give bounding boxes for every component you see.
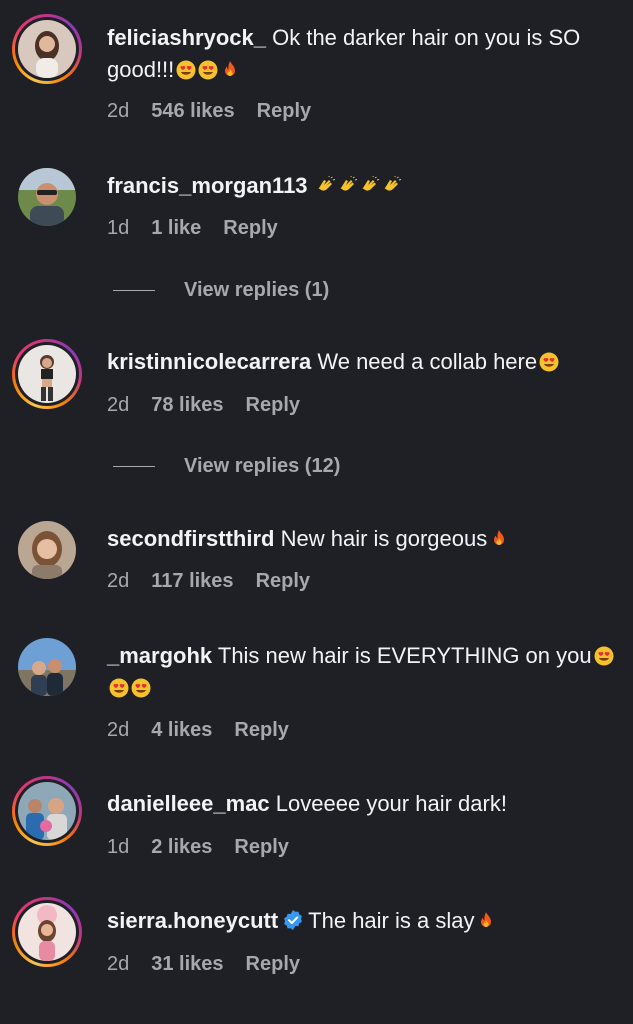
comment-time: 2d — [107, 394, 130, 416]
comment-meta: 2d 117 likes Reply — [107, 570, 310, 593]
comment-text: New hair is gorgeous — [280, 526, 488, 551]
view-replies-button[interactable]: View replies (12) — [113, 455, 340, 478]
reply-button[interactable]: Reply — [246, 953, 300, 976]
view-replies-label: View replies (12) — [184, 455, 341, 477]
comment-username[interactable]: francis_morgan113 — [107, 173, 308, 198]
comment-likes[interactable]: 546 likes — [151, 100, 234, 123]
comment-body: secondfirstthird New hair is gorgeous — [107, 523, 619, 555]
avatar-story-ring[interactable] — [12, 14, 82, 84]
comment-username[interactable]: danielleee_mac — [107, 791, 270, 816]
reply-button[interactable]: Reply — [246, 394, 300, 417]
clapping-hands-emoji-icon — [316, 176, 336, 196]
avatar-story-ring[interactable] — [12, 339, 82, 409]
heart-eyes-emoji-icon — [594, 646, 614, 666]
avatar-story-ring[interactable] — [12, 776, 82, 846]
avatar — [18, 521, 76, 579]
view-replies-button[interactable]: View replies (1) — [113, 279, 329, 302]
verified-badge-icon — [282, 909, 304, 931]
comment-text: Loveeee your hair dark! — [275, 791, 507, 816]
comment-time: 2d — [107, 570, 130, 592]
reply-button[interactable]: Reply — [234, 836, 288, 859]
comment-time: 2d — [107, 100, 130, 122]
avatar-wrapper[interactable] — [12, 162, 82, 232]
comment-time: 2d — [107, 953, 130, 975]
comment-username[interactable]: kristinnicolecarrera — [107, 349, 311, 374]
comment-text: The hair is a slay — [308, 908, 475, 933]
reply-button[interactable]: Reply — [223, 217, 277, 240]
comment-meta: 2d 31 likes Reply — [107, 953, 300, 976]
comment-username[interactable]: secondfirstthird — [107, 526, 274, 551]
comments-feed: feliciashryock_ Ok the darker hair on yo… — [0, 0, 633, 1024]
heart-eyes-emoji-icon — [109, 678, 129, 698]
comment-likes[interactable]: 31 likes — [151, 953, 223, 976]
clapping-hands-emoji-icon — [360, 176, 380, 196]
heart-eyes-emoji-icon — [131, 678, 151, 698]
comment-meta: 1d 2 likes Reply — [107, 836, 289, 859]
comment-meta: 2d 546 likes Reply — [107, 100, 311, 123]
clapping-hands-emoji-icon — [382, 176, 402, 196]
comment-body: sierra.honeycutt The hair is a slay — [107, 905, 619, 937]
fire-emoji-icon — [489, 529, 509, 549]
view-replies-label: View replies (1) — [184, 279, 330, 301]
avatar — [18, 20, 76, 78]
comment-body: francis_morgan113 — [107, 170, 619, 202]
fire-emoji-icon — [476, 911, 496, 931]
avatar — [18, 638, 76, 696]
heart-eyes-emoji-icon — [176, 60, 196, 80]
comment-text: This new hair is EVERYTHING on you — [217, 643, 592, 668]
comment-meta: 2d 78 likes Reply — [107, 394, 300, 417]
comment-meta: 2d 4 likes Reply — [107, 719, 289, 742]
heart-eyes-emoji-icon — [539, 352, 559, 372]
avatar — [18, 345, 76, 403]
comment-likes[interactable]: 4 likes — [151, 719, 212, 742]
comment-time: 1d — [107, 836, 130, 858]
avatar-story-ring[interactable] — [12, 897, 82, 967]
comment-likes[interactable]: 78 likes — [151, 394, 223, 417]
comment-time: 2d — [107, 719, 130, 741]
comment-body: danielleee_mac Loveeee your hair dark! — [107, 788, 619, 820]
comment-text: We need a collab here — [317, 349, 538, 374]
comment-likes[interactable]: 117 likes — [151, 570, 233, 593]
comment-username[interactable]: feliciashryock_ — [107, 25, 266, 50]
comment-body: kristinnicolecarrera We need a collab he… — [107, 346, 619, 378]
fire-emoji-icon — [220, 60, 240, 80]
comment-body: feliciashryock_ Ok the darker hair on yo… — [107, 22, 619, 86]
avatar-wrapper[interactable] — [12, 632, 82, 702]
comment-username[interactable]: _margohk — [107, 643, 212, 668]
reply-button[interactable]: Reply — [257, 100, 311, 123]
comment-body: _margohk This new hair is EVERYTHING on … — [107, 640, 619, 704]
comment-meta: 1d 1 like Reply — [107, 217, 278, 240]
replies-divider-line — [113, 466, 155, 467]
avatar — [18, 903, 76, 961]
comment-likes[interactable]: 2 likes — [151, 836, 212, 859]
comment-username[interactable]: sierra.honeycutt — [107, 908, 278, 933]
reply-button[interactable]: Reply — [234, 719, 288, 742]
heart-eyes-emoji-icon — [198, 60, 218, 80]
comment-likes[interactable]: 1 like — [151, 217, 201, 240]
comment-time: 1d — [107, 217, 130, 239]
avatar-wrapper[interactable] — [12, 515, 82, 585]
reply-button[interactable]: Reply — [256, 570, 310, 593]
avatar — [18, 168, 76, 226]
avatar — [18, 782, 76, 840]
replies-divider-line — [113, 290, 155, 291]
clapping-hands-emoji-icon — [338, 176, 358, 196]
